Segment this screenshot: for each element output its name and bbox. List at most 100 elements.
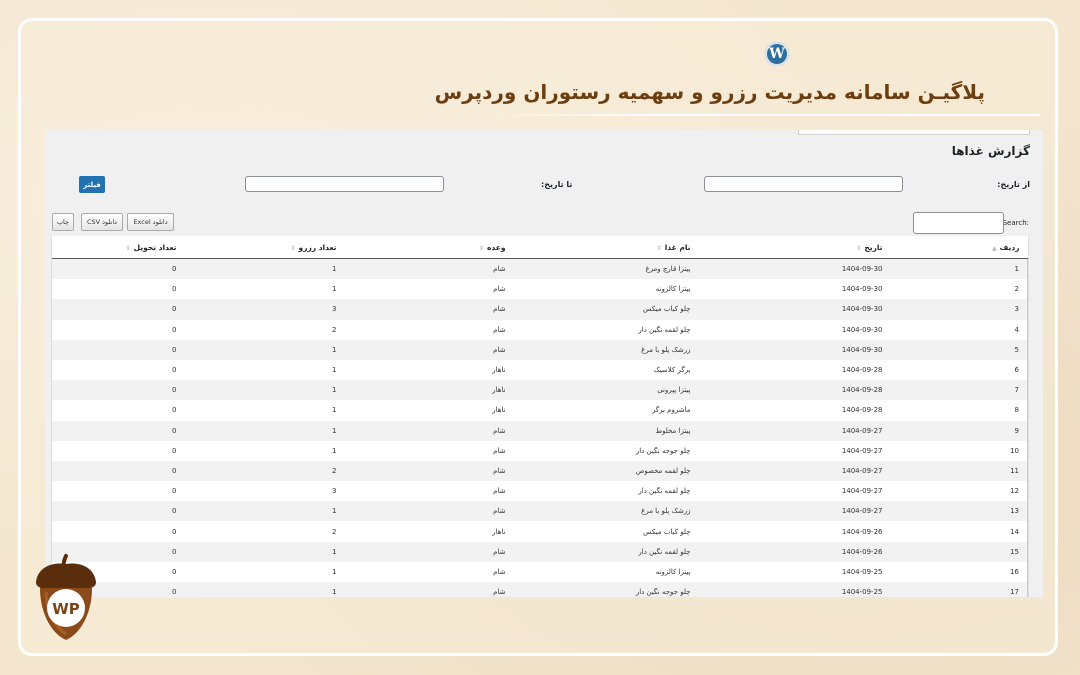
cell-delivered-count: 0 — [51, 501, 185, 522]
table-row: 13 1404-09-27 زرشک پلو با مرغ شام 1 0 — [51, 501, 1028, 522]
to-date-input[interactable] — [245, 176, 444, 192]
table-row: 4 1404-09-30 چلو لقمه نگین دار شام 2 0 — [51, 319, 1028, 340]
cell-reserved-count: 2 — [184, 521, 345, 542]
cell-row-number: 2 — [890, 279, 1028, 300]
table-row: 1 1404-09-30 پیتزا قارچ ومرغ شام 1 0 — [51, 258, 1028, 280]
cell-meal: شام — [344, 541, 514, 562]
filter-button[interactable]: فیلتر — [79, 176, 105, 193]
cell-date: 1404-09-25 — [698, 582, 891, 597]
cell-meal: شام — [344, 481, 514, 502]
cell-delivered-count: 0 — [51, 258, 185, 280]
table-row: 8 1404-09-28 ماشروم برگر ناهار 1 0 — [51, 400, 1028, 421]
cell-food-name: پیتزا کالزونه — [513, 561, 699, 582]
cell-food-name: پیتزا قارچ ومرغ — [513, 258, 699, 280]
cell-food-name: چلو کباب میکس — [513, 299, 699, 320]
download-excel-button[interactable]: دانلود Excel — [127, 213, 174, 231]
search-input[interactable] — [913, 212, 1004, 234]
cell-reserved-count: 2 — [184, 319, 345, 340]
cell-row-number: 5 — [890, 339, 1028, 360]
cell-food-name: چلو جوجه نگین دار — [513, 582, 699, 597]
cell-reserved-count: 1 — [184, 400, 345, 421]
cell-reserved-count: 3 — [184, 481, 345, 502]
to-date-label: تا تاریخ: — [541, 180, 573, 189]
cell-row-number: 17 — [890, 582, 1028, 597]
cell-date: 1404-09-28 — [698, 400, 891, 421]
cell-reserved-count: 1 — [184, 440, 345, 461]
column-header-meal[interactable]: وعده⇕ — [344, 236, 514, 259]
cell-food-name: پیتزا پپرونی — [513, 380, 699, 401]
print-button[interactable]: چاپ — [52, 213, 74, 231]
table-row: 15 1404-09-26 چلو لقمه نگین دار شام 1 0 — [51, 541, 1028, 562]
cell-delivered-count: 0 — [51, 339, 185, 360]
table-row: 2 1404-09-30 پیتزا کالزونه شام 1 0 — [51, 279, 1028, 300]
cell-food-name: چلو لقمه نگین دار — [513, 541, 699, 562]
cell-reserved-count: 1 — [184, 359, 345, 381]
table-row: 17 1404-09-25 چلو جوجه نگین دار شام 1 0 — [51, 582, 1028, 597]
column-header-reserved-count[interactable]: تعداد رزرو⇕ — [184, 236, 345, 259]
cell-meal: شام — [344, 339, 514, 360]
cell-meal: شام — [344, 319, 514, 340]
panel-top-tab — [798, 130, 1030, 135]
from-date-input[interactable] — [704, 176, 903, 192]
table-header-row: ردیف▲ تاریخ⇕ نام غذا⇕ وعده⇕ تعداد رزرو⇕ … — [51, 236, 1028, 259]
cell-reserved-count: 1 — [184, 561, 345, 582]
cell-food-name: ماشروم برگر — [513, 400, 699, 421]
sort-icon: ⇕ — [478, 244, 484, 252]
table-row: 14 1404-09-26 چلو کباب میکس ناهار 2 0 — [51, 521, 1028, 542]
cell-date: 1404-09-27 — [698, 460, 891, 482]
download-csv-button[interactable]: دانلود CSV — [81, 213, 123, 231]
cell-meal: شام — [344, 420, 514, 441]
cell-date: 1404-09-30 — [698, 319, 891, 340]
page-title: گزارش غذاها — [951, 144, 1030, 158]
sort-asc-icon: ▲ — [991, 244, 997, 252]
food-report-table: ردیف▲ تاریخ⇕ نام غذا⇕ وعده⇕ تعداد رزرو⇕ … — [51, 236, 1029, 597]
column-header-food-name[interactable]: نام غذا⇕ — [513, 236, 699, 259]
sort-icon: ⇕ — [856, 244, 862, 252]
cell-delivered-count: 0 — [51, 299, 185, 320]
cell-meal: ناهار — [344, 400, 514, 421]
cell-delivered-count: 0 — [51, 400, 185, 421]
title-underline — [484, 114, 1040, 116]
cell-date: 1404-09-27 — [698, 481, 891, 502]
cell-row-number: 6 — [890, 359, 1028, 381]
cell-date: 1404-09-30 — [698, 299, 891, 320]
cell-reserved-count: 3 — [184, 299, 345, 320]
cell-meal: ناهار — [344, 521, 514, 542]
cell-meal: شام — [344, 561, 514, 582]
cell-delivered-count: 0 — [51, 481, 185, 502]
table-row: 10 1404-09-27 چلو جوجه نگین دار شام 1 0 — [51, 440, 1028, 461]
cell-date: 1404-09-26 — [698, 541, 891, 562]
cell-meal: شام — [344, 501, 514, 522]
cell-row-number: 8 — [890, 400, 1028, 421]
column-header-delivered-count[interactable]: تعداد تحویل⇕ — [51, 236, 185, 259]
cell-food-name: چلو لقمه مخصوص — [513, 460, 699, 482]
cell-date: 1404-09-30 — [698, 258, 891, 280]
cell-delivered-count: 0 — [51, 359, 185, 381]
sort-icon: ⇕ — [290, 244, 296, 252]
cell-row-number: 16 — [890, 561, 1028, 582]
cell-reserved-count: 1 — [184, 339, 345, 360]
cell-reserved-count: 1 — [184, 501, 345, 522]
cell-row-number: 12 — [890, 481, 1028, 502]
cell-delivered-count: 0 — [51, 319, 185, 340]
search-label: Search: — [1002, 219, 1029, 227]
badge-text: WP — [52, 600, 80, 618]
cell-meal: ناهار — [344, 359, 514, 381]
table-row: 7 1404-09-28 پیتزا پپرونی ناهار 1 0 — [51, 380, 1028, 401]
cell-date: 1404-09-30 — [698, 279, 891, 300]
cell-reserved-count: 1 — [184, 380, 345, 401]
cell-row-number: 1 — [890, 258, 1028, 280]
cell-food-name: چلو لقمه نگین دار — [513, 319, 699, 340]
cell-date: 1404-09-25 — [698, 561, 891, 582]
cell-meal: شام — [344, 440, 514, 461]
cell-row-number: 13 — [890, 501, 1028, 522]
cell-date: 1404-09-28 — [698, 380, 891, 401]
cell-food-name: چلو لقمه نگین دار — [513, 481, 699, 502]
cell-meal: شام — [344, 258, 514, 280]
table-row: 6 1404-09-28 برگر کلاسیک ناهار 1 0 — [51, 359, 1028, 381]
column-header-row-number[interactable]: ردیف▲ — [890, 236, 1028, 259]
column-header-date[interactable]: تاریخ⇕ — [698, 236, 891, 259]
cell-delivered-count: 0 — [51, 380, 185, 401]
table-row: 12 1404-09-27 چلو لقمه نگین دار شام 3 0 — [51, 481, 1028, 502]
cell-meal: شام — [344, 460, 514, 482]
